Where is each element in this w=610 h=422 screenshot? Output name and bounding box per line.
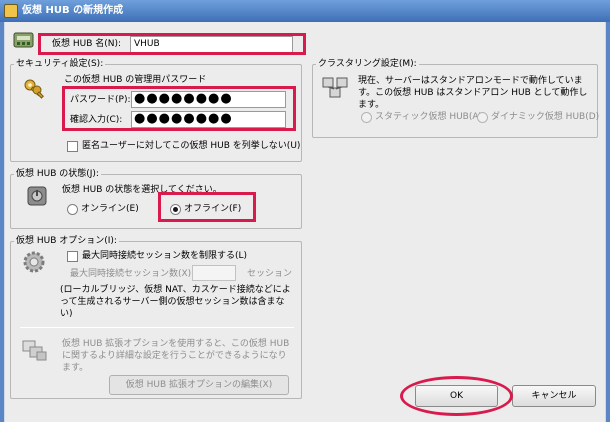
security-group-label: セキュリティ設定(S): — [14, 59, 106, 69]
options-separator — [20, 327, 294, 328]
dynamic-hub-label: ダイナミック仮想 HUB(D) — [491, 112, 600, 122]
online-label: オンライン(E) — [81, 204, 139, 214]
cancel-button[interactable]: キャンセル — [512, 385, 596, 407]
hub-state-group — [10, 174, 302, 229]
anonymous-checkbox[interactable] — [67, 141, 78, 152]
cluster-servers-icon — [322, 76, 348, 98]
hub-name-highlight — [38, 33, 306, 55]
hub-state-icon — [26, 185, 48, 207]
extended-options-description: 仮想 HUB 拡張オプションを使用すると、この仮想 HUB に関するより詳細な設… — [62, 339, 290, 373]
window-title: 仮想 HUB の新規作成 — [22, 5, 124, 16]
ok-highlight — [400, 376, 513, 416]
offline-highlight — [158, 192, 256, 222]
online-radio[interactable] — [67, 204, 78, 215]
hub-app-icon — [4, 4, 18, 18]
static-hub-label: スタティック仮想 HUB(A) — [375, 112, 483, 122]
anonymous-checkbox-label: 匿名ユーザーに対してこの仮想 HUB を列挙しない(U) — [82, 141, 301, 151]
password-heading: この仮想 HUB の管理用パスワード — [64, 75, 207, 85]
key-icon — [23, 78, 47, 102]
options-gear-icon — [22, 250, 46, 274]
sessions-unit: セッション — [247, 269, 293, 279]
extended-options-icon — [22, 340, 48, 362]
edit-extended-options-button[interactable]: 仮想 HUB 拡張オプションの編集(X) — [109, 375, 289, 395]
static-hub-radio[interactable] — [361, 112, 372, 123]
window-titlebar[interactable]: 仮想 HUB の新規作成 — [0, 0, 610, 22]
hub-options-group-label: 仮想 HUB オプション(I): — [14, 236, 119, 246]
password-highlight — [62, 86, 296, 131]
limit-sessions-label: 最大同時接続セッション数を制限する(L) — [82, 251, 248, 261]
max-sessions-label: 最大同時接続セッション数(X): — [70, 269, 195, 279]
max-sessions-input[interactable] — [192, 265, 236, 281]
sessions-note: (ローカルブリッジ、仮想 NAT、カスケード接続などによって生成されるサーバー側… — [60, 285, 291, 319]
limit-sessions-checkbox[interactable] — [67, 251, 78, 262]
hub-icon — [13, 30, 35, 50]
dynamic-hub-radio[interactable] — [477, 112, 488, 123]
hub-state-group-label: 仮想 HUB の状態(J): — [14, 169, 101, 179]
clustering-group-label: クラスタリング設定(M): — [316, 59, 419, 69]
clustering-description: 現在、サーバーはスタンドアロンモードで動作しています。この仮想 HUB はスタン… — [358, 76, 588, 110]
